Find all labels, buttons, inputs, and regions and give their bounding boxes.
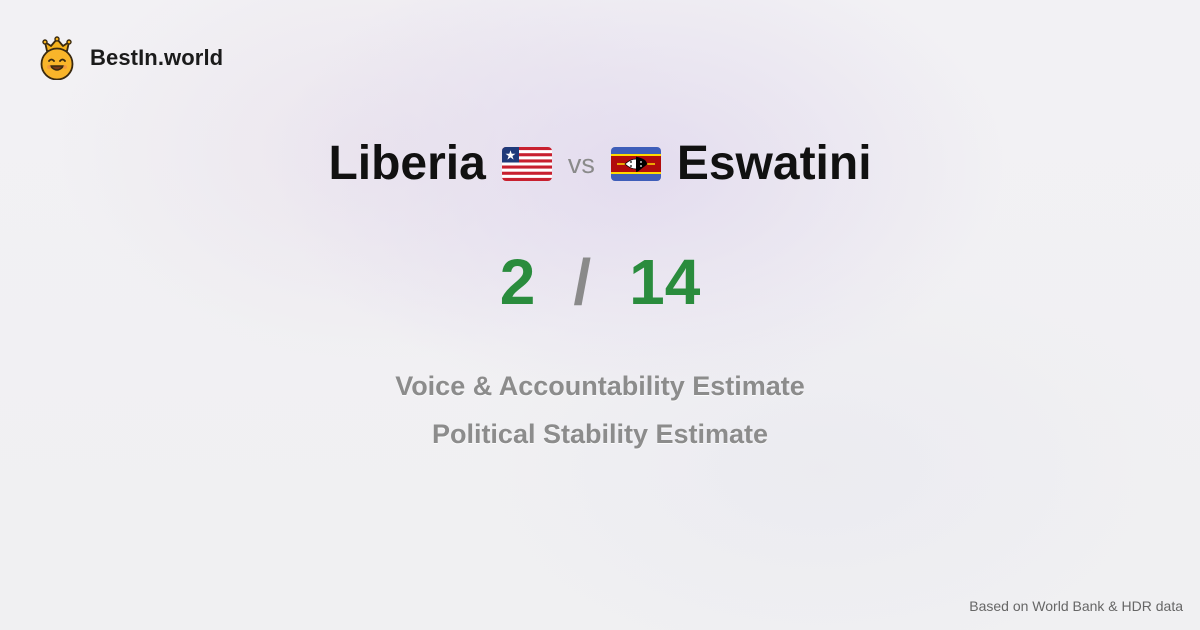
brand[interactable]: BestIn.world	[38, 36, 223, 80]
left-country-name: Liberia	[328, 137, 486, 190]
right-score: 14	[629, 246, 701, 318]
metric-label: Voice & Accountability Estimate	[395, 371, 805, 401]
score-display: 2 / 14	[0, 240, 1200, 324]
liberia-flag-icon	[501, 147, 552, 181]
metric-label: Political Stability Estimate	[431, 419, 769, 449]
vs-label: vs	[567, 149, 595, 179]
eswatini-flag-icon	[610, 147, 661, 181]
brand-name: BestIn.world	[90, 45, 224, 70]
metric-list: Voice & Accountability Estimate Politica…	[0, 362, 1200, 458]
left-score: 2	[499, 246, 536, 318]
data-source-note: Based on World Bank & HDR data	[969, 598, 1183, 614]
comparison-title: Liberia vs Eswatini	[0, 132, 1200, 196]
score-separator: /	[573, 246, 592, 318]
crowned-smiley-icon	[40, 36, 74, 80]
right-country-name: Eswatini	[676, 137, 872, 190]
